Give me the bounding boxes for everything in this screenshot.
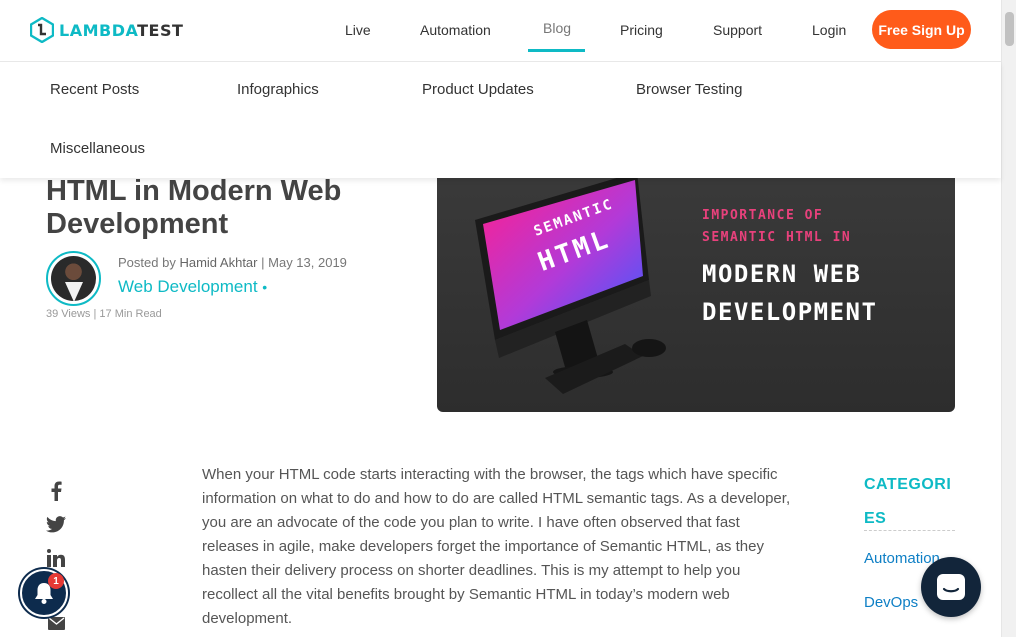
chat-widget-button[interactable]	[921, 557, 981, 617]
nav-pricing[interactable]: Pricing	[620, 22, 663, 38]
view-count: 39 Views	[46, 308, 91, 320]
facebook-icon[interactable]	[46, 481, 66, 501]
article-byline: Posted by Hamid Akhtar | May 13, 2019	[118, 255, 347, 270]
page: LAMBDATEST Live Automation Blog Pricing …	[0, 0, 1016, 637]
subnav-infographics[interactable]: Infographics	[237, 81, 319, 98]
category-label: Web Development	[118, 277, 258, 296]
hero-title-line1: MODERN WEB	[702, 260, 862, 288]
scrollbar-thumb[interactable]	[1005, 12, 1014, 46]
linkedin-icon[interactable]	[46, 548, 66, 568]
lambdatest-logo[interactable]: LAMBDATEST	[30, 17, 183, 43]
stats-separator: |	[93, 308, 97, 320]
logo-dark-text: TEST	[137, 20, 184, 40]
publish-date: May 13, 2019	[268, 255, 347, 270]
notification-bell-button[interactable]: 1	[20, 569, 68, 617]
nav-automation[interactable]: Automation	[420, 22, 491, 38]
article-stats: 39 Views | 17 Min Read	[46, 308, 162, 320]
nav-login[interactable]: Login	[812, 22, 846, 38]
hero-subtitle-line2: SEMANTIC HTML IN	[702, 230, 852, 245]
blog-category-menu: Recent Posts Infographics Product Update…	[0, 62, 1001, 178]
hero-title-line2: DEVELOPMENT	[702, 298, 878, 326]
logo-accent-text: LAMBDA	[59, 20, 138, 40]
subnav-browser-testing[interactable]: Browser Testing	[636, 81, 742, 98]
hero-image: SEMANTIC HTML IMPORTANCE OF SEMANTIC HTM…	[437, 172, 955, 412]
chat-icon	[937, 574, 965, 600]
category-devops[interactable]: DevOps	[864, 594, 918, 611]
author-avatar[interactable]	[46, 251, 101, 306]
page-scrollbar[interactable]	[1001, 0, 1016, 637]
byline-prefix: Posted by	[118, 255, 176, 270]
site-header: LAMBDATEST Live Automation Blog Pricing …	[0, 0, 1001, 62]
free-signup-button[interactable]: Free Sign Up	[872, 10, 971, 49]
nav-support[interactable]: Support	[713, 22, 762, 38]
category-dot: •	[262, 279, 268, 295]
author-photo	[51, 256, 96, 301]
article-title: HTML in Modern Web Development	[46, 175, 342, 240]
subnav-product-updates[interactable]: Product Updates	[422, 81, 534, 98]
article-category-link[interactable]: Web Development •	[118, 277, 267, 297]
nav-blog[interactable]: Blog	[543, 20, 571, 36]
category-automation[interactable]: Automation	[864, 550, 940, 567]
author-link[interactable]: Hamid Akhtar	[179, 255, 257, 270]
subnav-recent-posts[interactable]: Recent Posts	[50, 81, 139, 98]
byline-separator: |	[261, 255, 265, 270]
notification-badge: 1	[48, 573, 64, 589]
twitter-icon[interactable]	[46, 514, 66, 534]
imac-illustration	[475, 172, 666, 394]
article-intro-paragraph: When your HTML code starts interacting w…	[202, 466, 791, 627]
nav-active-indicator	[528, 49, 585, 52]
subnav-miscellaneous[interactable]: Miscellaneous	[50, 140, 145, 157]
nav-live[interactable]: Live	[345, 22, 371, 38]
categories-heading: CATEGORIES	[864, 476, 952, 527]
logo-wordmark: LAMBDATEST	[59, 21, 183, 40]
categories-divider	[864, 530, 955, 531]
hero-subtitle-line1: IMPORTANCE OF	[702, 208, 824, 223]
lambdatest-logo-icon	[30, 17, 54, 43]
read-time: 17 Min Read	[99, 308, 162, 320]
